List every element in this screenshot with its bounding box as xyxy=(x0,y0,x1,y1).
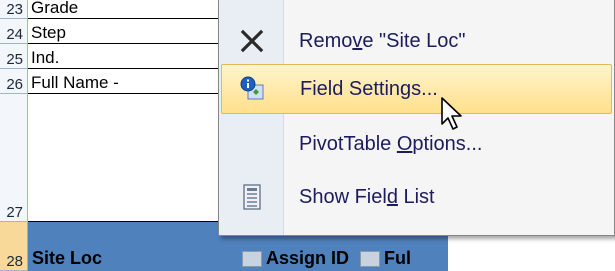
mouse-pointer-icon xyxy=(440,96,466,137)
row-header-24[interactable]: 24 xyxy=(0,19,28,44)
row-header-25[interactable]: 25 xyxy=(0,44,28,69)
row-number: 24 xyxy=(6,26,23,43)
close-x-icon xyxy=(221,16,283,66)
menu-icon-empty xyxy=(221,119,283,169)
menu-item-show-field-list[interactable]: Show Field List xyxy=(221,172,612,222)
context-menu: Remove "Site Loc" Field Settings... Pivo… xyxy=(218,0,615,236)
menu-item-pivottable-options[interactable]: PivotTable Options... xyxy=(221,119,612,169)
cell-text: Step xyxy=(31,23,66,42)
assign-id-dropdown[interactable] xyxy=(360,251,380,267)
field-list-icon xyxy=(221,172,283,222)
row-number: 26 xyxy=(6,76,23,93)
row-header-23[interactable]: 23 xyxy=(0,0,28,19)
row-number: 27 xyxy=(6,204,23,221)
menu-item-field-settings[interactable]: Field Settings... xyxy=(221,64,612,114)
row-number: 25 xyxy=(6,51,23,68)
site-loc-header[interactable]: Site Loc xyxy=(32,248,102,269)
row-header-26[interactable]: 26 xyxy=(0,69,28,94)
menu-item-remove-field[interactable]: Remove "Site Loc" xyxy=(221,16,612,66)
row-number: 23 xyxy=(6,1,23,18)
cell-text: Full Name - xyxy=(31,73,119,92)
assign-id-header[interactable]: Assign ID xyxy=(266,248,349,269)
site-loc-dropdown[interactable] xyxy=(242,251,262,267)
row-header-27[interactable]: 27 xyxy=(0,94,28,222)
cell-text: Grade xyxy=(31,0,79,17)
full-name-header[interactable]: Ful xyxy=(384,248,411,269)
cell-text: Ind. xyxy=(31,48,60,67)
menu-item-label: Show Field List xyxy=(299,185,435,208)
menu-item-label: Remove "Site Loc" xyxy=(299,29,466,52)
field-settings-icon xyxy=(222,65,284,113)
row-number: 28 xyxy=(6,253,23,270)
row-header-28[interactable]: 28 xyxy=(0,222,28,271)
menu-item-label: Field Settings... xyxy=(300,77,438,100)
